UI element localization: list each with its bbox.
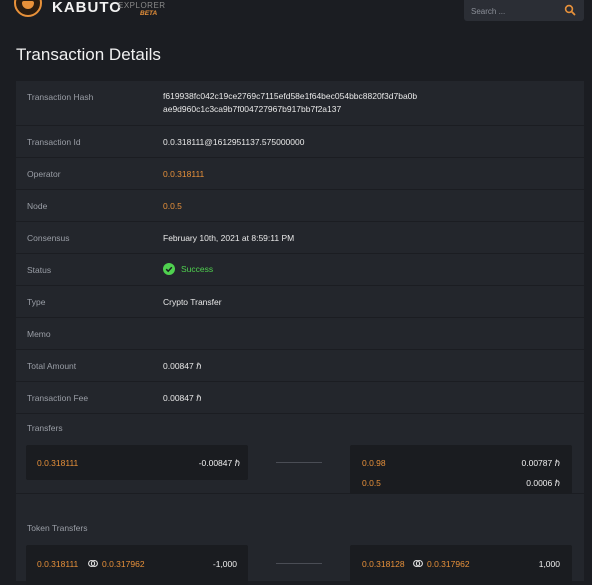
transfers-label: Transfers [27, 423, 63, 433]
search-box [464, 0, 584, 23]
top-bar: KABUTO EXPLORER BETA [0, 0, 592, 23]
search-input[interactable] [464, 0, 567, 23]
token-icon [88, 559, 98, 568]
brand-subtitle: EXPLORER [118, 1, 166, 10]
transaction-hash-line-2: ae9d960c1c3ca9b7f004727967b917bb7f2a137 [163, 104, 342, 114]
row-transaction-hash: Transaction Hash f619938fc042c19ce2769c7… [16, 81, 584, 126]
transaction-fee-label: Transaction Fee [27, 393, 89, 403]
token-from-account[interactable]: 0.0.318111 [37, 559, 78, 569]
transfers-from-box: 0.0.318111 -0.00847 ℏ [26, 445, 248, 480]
node-label: Node [27, 201, 48, 211]
search-icon[interactable] [564, 4, 576, 16]
token-transfers-from-box: 0.0.318111 0.0.317962 -1,000 [26, 545, 248, 585]
type-label: Type [27, 297, 46, 307]
transfer-from-amount: -0.00847 ℏ [198, 458, 240, 468]
row-memo: Memo [16, 317, 584, 350]
token-to-amount: 1,000 [538, 559, 560, 569]
status-text: Success [181, 264, 214, 274]
transaction-hash-label: Transaction Hash [27, 92, 94, 102]
row-node: Node 0.0.5 [16, 189, 584, 222]
beta-badge: BETA [140, 10, 158, 17]
total-amount-value: 0.00847 ℏ [163, 361, 202, 371]
transaction-id-value: 0.0.318111@1612951137.575000000 [163, 137, 305, 147]
operator-link[interactable]: 0.0.318111 [163, 169, 204, 179]
row-operator: Operator 0.0.318111 [16, 157, 584, 190]
row-consensus: Consensus February 10th, 2021 at 8:59:11… [16, 221, 584, 254]
transfer-to-amount-2: 0.0006 ℏ [526, 478, 560, 488]
token-from-amount: -1,000 [212, 559, 237, 569]
transfer-to-account-1[interactable]: 0.0.98 [362, 458, 386, 468]
token-transfers-to-box: 0.0.318128 0.0.317962 1,000 [350, 545, 572, 585]
memo-label: Memo [27, 329, 51, 339]
kabuto-logo-icon[interactable] [14, 0, 42, 17]
consensus-label: Consensus [27, 233, 70, 243]
transaction-details-card: Transaction Hash f619938fc042c19ce2769c7… [16, 81, 584, 585]
operator-label: Operator [27, 169, 61, 179]
row-transaction-fee: Transaction Fee 0.00847 ℏ [16, 381, 584, 414]
token-icon [413, 559, 423, 568]
row-total-amount: Total Amount 0.00847 ℏ [16, 349, 584, 382]
token-to-account[interactable]: 0.0.318128 [362, 559, 405, 569]
status-label: Status [27, 265, 52, 275]
total-amount-label: Total Amount [27, 361, 77, 371]
row-type: Type Crypto Transfer [16, 285, 584, 318]
transfer-to-account-2[interactable]: 0.0.5 [362, 478, 381, 488]
transfer-arrow [276, 462, 322, 463]
token-transfers-label: Token Transfers [27, 523, 88, 533]
transaction-id-label: Transaction Id [27, 137, 81, 147]
row-transaction-id: Transaction Id 0.0.318111@1612951137.575… [16, 125, 584, 158]
transaction-fee-value: 0.00847 ℏ [163, 393, 202, 403]
token-transfer-arrow [276, 563, 322, 564]
brand-name[interactable]: KABUTO [52, 0, 122, 16]
transaction-hash-value: f619938fc042c19ce2769c7115efd58e1f64bec0… [163, 90, 417, 116]
transfers-to-box: 0.0.98 0.00787 ℏ 0.0.5 0.0006 ℏ [350, 445, 572, 494]
type-value: Crypto Transfer [163, 297, 222, 307]
consensus-value: February 10th, 2021 at 8:59:11 PM [163, 233, 295, 243]
transfer-to-amount-1: 0.00787 ℏ [521, 458, 560, 468]
transfer-from-account[interactable]: 0.0.318111 [37, 458, 78, 468]
check-circle-icon [163, 263, 175, 275]
page-title: Transaction Details [16, 45, 161, 64]
token-to-token-id[interactable]: 0.0.317962 [427, 559, 470, 569]
row-status: Status Success [16, 253, 584, 286]
token-from-token-id[interactable]: 0.0.317962 [102, 559, 145, 569]
transfers-section: Transfers 0.0.318111 -0.00847 ℏ 0.0.98 0… [16, 413, 584, 494]
status-value: Success [163, 263, 213, 275]
transaction-hash-line-1: f619938fc042c19ce2769c7115efd58e1f64bec0… [163, 91, 418, 101]
node-link[interactable]: 0.0.5 [163, 201, 182, 211]
